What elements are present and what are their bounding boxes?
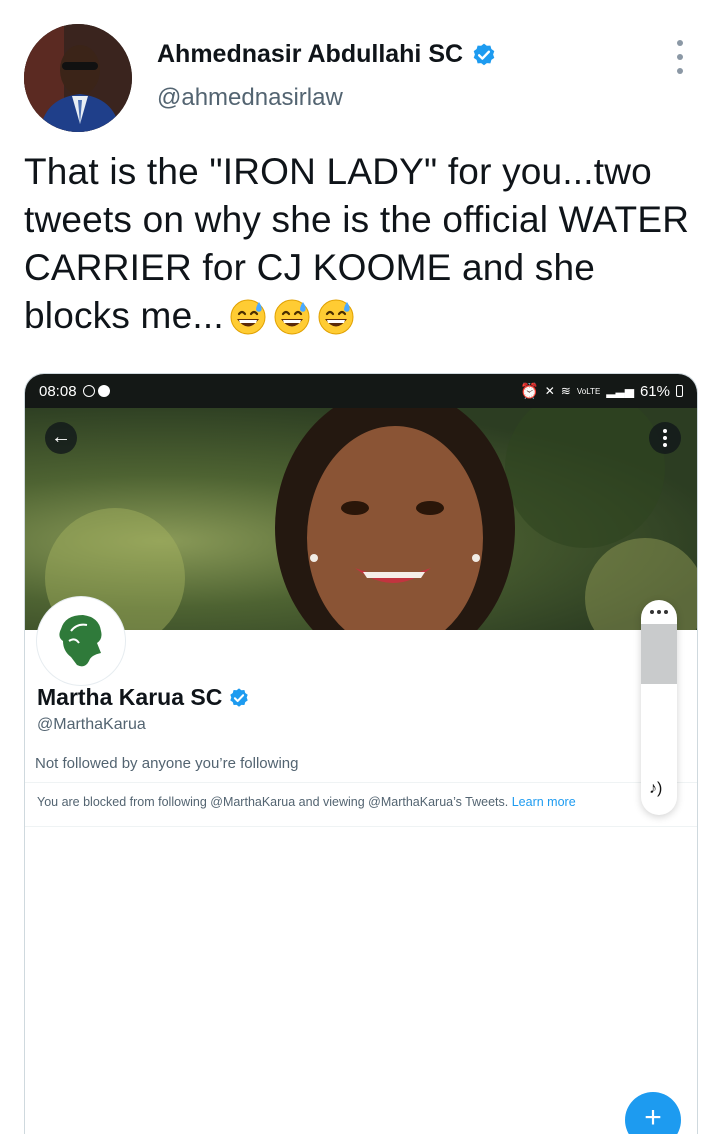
whatsapp-icon: [82, 385, 95, 397]
tweet-body: That is the "IRON LADY" for you...two tw…: [24, 151, 690, 336]
tweet-media-screenshot[interactable]: 08:08 ⏰ ✕ ≋ VoLTE ▂▃▅ 61% ← Martha Karua…: [24, 373, 698, 1134]
emoji-group: [228, 296, 356, 336]
grinning-sweat-emoji: [272, 296, 312, 336]
grinning-sweat-emoji: [316, 296, 356, 336]
mute-icon: ✕: [544, 384, 555, 398]
verified-badge-icon: [471, 42, 497, 68]
profile-name: Martha Karua SC: [37, 684, 250, 711]
volume-panel[interactable]: ♪): [641, 600, 677, 815]
volume-menu-icon[interactable]: [641, 610, 677, 614]
battery-icon: [676, 385, 683, 397]
back-arrow-icon[interactable]: ←: [45, 422, 77, 454]
grinning-sweat-emoji: [228, 296, 268, 336]
volume-slider[interactable]: [641, 624, 677, 684]
followed-by-text: Not followed by anyone you’re following: [35, 755, 299, 772]
wifi-icon: ≋: [560, 384, 571, 398]
author-avatar[interactable]: [24, 24, 132, 132]
blocked-notice: You are blocked from following @MarthaKa…: [37, 795, 576, 809]
volte-label: VoLTE: [576, 386, 601, 396]
status-time: 08:08: [39, 382, 77, 400]
learn-more-link[interactable]: Learn more: [512, 795, 576, 809]
profile-avatar[interactable]: [37, 597, 125, 685]
status-right-icons: ⏰ ✕ ≋ VoLTE ▂▃▅ 61%: [520, 382, 683, 400]
media-volume-icon: ♪): [649, 780, 663, 797]
profile-handle: @MarthaKarua: [37, 716, 146, 733]
signal-icon: ▂▃▅: [606, 384, 634, 398]
profile-name-text: Martha Karua SC: [37, 684, 223, 710]
phone-status-bar: 08:08 ⏰ ✕ ≋ VoLTE ▂▃▅ 61%: [25, 374, 697, 408]
compose-fab-button[interactable]: +: [625, 1092, 681, 1134]
author-name[interactable]: Ahmednasir Abdullahi SC: [157, 40, 497, 69]
more-options-icon[interactable]: [670, 40, 690, 74]
call-icon: [97, 385, 110, 397]
blocked-notice-text: You are blocked from following @MarthaKa…: [37, 795, 509, 809]
battery-percent: 61%: [639, 382, 670, 400]
profile-more-icon[interactable]: [649, 422, 681, 454]
verified-badge-icon: [228, 687, 250, 709]
tweet-text: That is the "IRON LADY" for you...two tw…: [24, 148, 704, 340]
author-name-text: Ahmednasir Abdullahi SC: [157, 40, 464, 68]
author-handle[interactable]: @ahmednasirlaw: [157, 84, 343, 112]
divider: [25, 826, 697, 827]
alarm-icon: ⏰: [520, 383, 539, 400]
profile-banner: ←: [25, 408, 697, 630]
divider: [25, 782, 697, 783]
status-notification-icons: [82, 385, 110, 397]
